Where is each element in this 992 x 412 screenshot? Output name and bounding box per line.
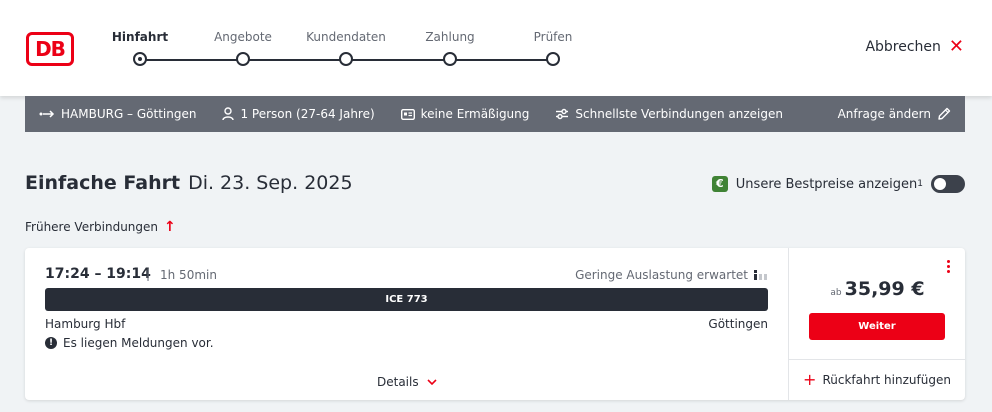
details-toggle[interactable]: Details (377, 375, 437, 389)
step-dot (236, 52, 250, 66)
passenger-summary[interactable]: 1 Person (27-64 Jahre) (222, 107, 375, 121)
bestprice-toggle[interactable] (931, 175, 965, 193)
pencil-icon (938, 107, 951, 120)
continue-button[interactable]: Weiter (809, 313, 945, 340)
occupancy-info: Geringe Auslastung erwartet (575, 268, 768, 282)
cancel-button[interactable]: Abbrechen ✕ (865, 38, 964, 56)
page-title: Einfache Fahrt Di. 23. Sep. 2025 (25, 172, 353, 194)
discount-text: keine Ermäßigung (420, 107, 530, 121)
return-trip-label: Rückfahrt hinzufügen (822, 373, 951, 387)
step-label: Prüfen (533, 30, 573, 44)
time-range: 17:24 – 19:14 (45, 266, 151, 282)
notice: ! Es liegen Meldungen vor. (45, 336, 214, 350)
add-return-trip-button[interactable]: + Rückfahrt hinzufügen (789, 359, 965, 400)
step-label: Angebote (214, 30, 272, 44)
step-kundendaten: Kundendaten (291, 28, 401, 66)
occupancy-text: Geringe Auslastung erwartet (575, 268, 748, 282)
route-summary[interactable]: HAMBURG – Göttingen (39, 107, 196, 121)
bestprice-label: Unsere Bestpreise anzeigen (735, 176, 918, 192)
price-value: 35,99 € (844, 278, 925, 300)
arrow-up-icon: ↑ (164, 219, 176, 235)
close-icon: ✕ (948, 36, 964, 57)
filter-text: Schnellste Verbindungen anzeigen (575, 107, 783, 121)
db-logo[interactable]: DB (26, 32, 74, 66)
step-dot-active (133, 52, 147, 66)
price: ab 35,99 € (789, 278, 966, 300)
euro-icon: € (711, 176, 728, 192)
cancel-label: Abbrechen (865, 39, 941, 55)
travel-date: Di. 23. Sep. 2025 (188, 172, 353, 194)
chevron-down-icon (427, 379, 437, 385)
price-panel: ab 35,99 € Weiter + Rückfahrt hinzufügen (788, 248, 965, 400)
step-label: Kundendaten (306, 30, 386, 44)
logo-text: DB (35, 37, 66, 61)
step-label: Zahlung (425, 30, 475, 44)
more-options-icon[interactable] (947, 260, 951, 273)
edit-request-button[interactable]: Anfrage ändern (838, 107, 951, 121)
connection-card[interactable]: 17:24 – 19:14 | 1h 50min Geringe Auslast… (25, 248, 965, 400)
plus-icon: + (803, 370, 817, 389)
connection-info: 17:24 – 19:14 | 1h 50min Geringe Auslast… (25, 248, 788, 400)
separator: | (146, 267, 151, 281)
bestprice-toggle-row: € Unsere Bestpreise anzeigen 1 (711, 175, 965, 193)
discount-summary[interactable]: keine Ermäßigung (400, 107, 530, 121)
footnote-marker: 1 (917, 179, 923, 189)
progress-stepper: Hinfahrt Angebote Kundendaten Zahlung Pr… (110, 28, 580, 72)
step-label: Hinfahrt (111, 30, 169, 44)
card-icon (400, 108, 415, 120)
train-bar[interactable]: ICE 773 (45, 288, 768, 311)
step-hinfahrt: Hinfahrt (85, 28, 195, 66)
price-prefix: ab (830, 288, 842, 298)
earlier-connections-label: Frühere Verbindungen (25, 220, 159, 234)
filter-summary[interactable]: Schnellste Verbindungen anzeigen (555, 107, 783, 121)
duration: 1h 50min (160, 268, 217, 282)
trip-type: Einfache Fahrt (25, 172, 181, 194)
step-zahlung: Zahlung (395, 28, 505, 66)
earlier-connections-link[interactable]: Frühere Verbindungen ↑ (25, 219, 176, 235)
step-dot (546, 52, 560, 66)
occupancy-low-icon (754, 270, 767, 280)
route-arrow-icon (39, 110, 55, 118)
sliders-icon (556, 108, 569, 120)
search-summary-bar: HAMBURG – Göttingen 1 Person (27-64 Jahr… (25, 96, 965, 132)
toggle-knob (934, 178, 946, 190)
departure-station: Hamburg Hbf (45, 317, 126, 331)
details-label: Details (377, 375, 419, 389)
step-dot (443, 52, 457, 66)
step-angebote: Angebote (188, 28, 298, 66)
edit-request-label: Anfrage ändern (837, 107, 931, 121)
step-dot (339, 52, 353, 66)
arrival-station: Göttingen (708, 317, 768, 331)
passenger-text: 1 Person (27-64 Jahre) (240, 107, 375, 121)
route-text: HAMBURG – Göttingen (61, 107, 197, 121)
person-icon (222, 107, 235, 121)
train-name: ICE 773 (385, 294, 428, 305)
step-pruefen: Prüfen (498, 28, 608, 66)
alert-icon: ! (45, 337, 57, 349)
notice-text: Es liegen Meldungen vor. (63, 336, 214, 350)
header: DB Hinfahrt Angebote Kundendaten Zahlung… (0, 0, 992, 96)
